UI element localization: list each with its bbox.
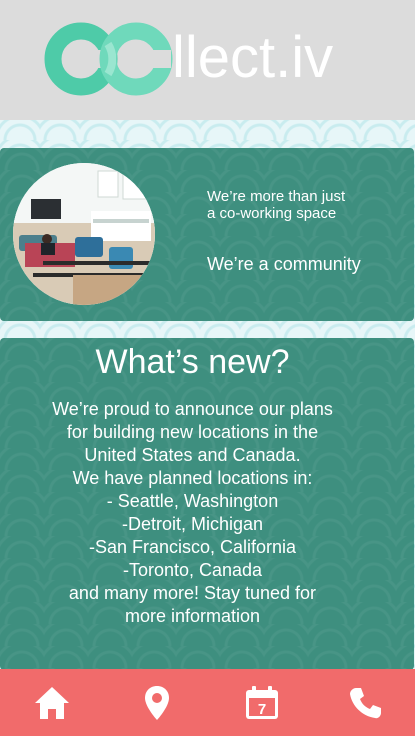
nav-home-button[interactable]: [32, 683, 72, 723]
news-line: -Detroit, Michigan: [121, 514, 264, 534]
nav-location-button[interactable]: [137, 683, 177, 723]
coworking-space-photo: [13, 163, 155, 305]
calendar-day: 7: [258, 701, 266, 718]
home-icon: [35, 687, 69, 719]
logo-text: llect.iv: [172, 25, 334, 90]
news-line: - Seattle, Washington: [106, 491, 279, 511]
news-line: We’re proud to announce our plans: [52, 399, 333, 419]
intro-line-2: a co-working space: [207, 205, 337, 222]
bottom-nav: 7: [0, 669, 415, 736]
news-line: and many more! Stay tuned for: [68, 583, 317, 603]
news-line: more information: [124, 606, 261, 626]
news-line: -San Francisco, California: [88, 537, 297, 557]
calendar-icon: 7: [246, 686, 278, 719]
nav-phone-button[interactable]: [345, 683, 385, 723]
news-line: -Toronto, Canada: [122, 560, 263, 580]
news-title: What’s new?: [95, 343, 290, 381]
news-line: United States and Canada.: [84, 445, 301, 465]
intro-tagline: We’re more than just a co-working space: [207, 188, 397, 222]
location-pin-icon: [145, 686, 169, 720]
community-text: We’re a community: [207, 254, 361, 274]
app-header: llect.iv: [0, 0, 415, 120]
phone-icon: [350, 688, 381, 719]
intro-card: We’re more than just a co-working space …: [0, 148, 414, 321]
collectiv-logo: llect.iv: [44, 22, 354, 96]
news-card: What’s new? We’re proud to announce our …: [0, 338, 414, 670]
news-line: We have planned locations in:: [72, 468, 313, 488]
intro-line-1: We’re more than just: [207, 188, 346, 205]
news-line: for building new locations in the: [66, 422, 319, 442]
nav-calendar-button[interactable]: 7: [242, 683, 282, 723]
news-body: We’re proud to announce our plans for bu…: [20, 398, 365, 628]
